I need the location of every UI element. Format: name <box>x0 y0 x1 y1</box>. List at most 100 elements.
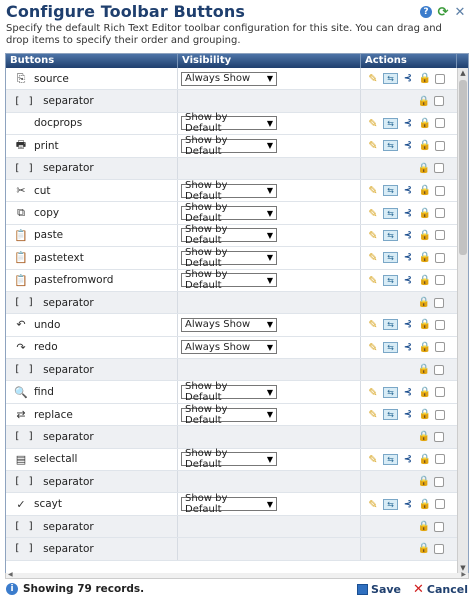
table-row[interactable]: [ ] separator 🔒 <box>6 538 458 561</box>
select-checkbox[interactable] <box>435 252 445 263</box>
lock-icon[interactable]: 🔒 <box>417 94 431 108</box>
group-icon[interactable]: ⊰ <box>401 452 415 466</box>
edit-icon[interactable]: ✎ <box>366 206 380 220</box>
column-header-visibility[interactable]: Visibility <box>178 54 361 68</box>
lock-icon[interactable]: 🔒 <box>418 318 432 332</box>
scroll-right-arrow[interactable]: ▶ <box>461 571 466 578</box>
visibility-select[interactable]: Always Show ▼ <box>181 317 277 332</box>
help-icon[interactable]: ? <box>420 6 432 18</box>
edit-icon[interactable]: ✎ <box>366 251 380 265</box>
group-icon[interactable]: ⊰ <box>401 72 415 86</box>
move-icon[interactable]: ⇆ <box>383 498 398 510</box>
move-icon[interactable]: ⇆ <box>383 453 398 465</box>
table-row[interactable]: [ ] separator 🔒 <box>6 90 458 113</box>
visibility-select[interactable]: Show by Default ▼ <box>181 493 277 515</box>
visibility-select[interactable]: Always Show ▼ <box>181 71 277 86</box>
visibility-select[interactable]: Show by Default ▼ <box>181 381 277 403</box>
group-icon[interactable]: ⊰ <box>401 251 415 265</box>
table-row[interactable]: 🔍 find Show by Default ▼ ✎ ⇆ ⊰ 🔒 <box>6 381 458 404</box>
select-checkbox[interactable] <box>434 163 444 174</box>
lock-icon[interactable]: 🔒 <box>418 385 432 399</box>
select-checkbox[interactable] <box>434 431 444 442</box>
group-icon[interactable]: ⊰ <box>401 228 415 242</box>
table-row[interactable]: ⧉ copy Show by Default ▼ ✎ ⇆ ⊰ 🔒 <box>6 202 458 225</box>
select-checkbox[interactable] <box>435 275 445 286</box>
lock-icon[interactable]: 🔒 <box>418 72 432 86</box>
lock-icon[interactable]: 🔒 <box>418 452 432 466</box>
move-icon[interactable]: ⇆ <box>383 386 398 398</box>
scroll-up-arrow[interactable]: ▲ <box>458 68 468 78</box>
visibility-select[interactable]: Show by Default ▼ <box>181 224 277 246</box>
column-header-actions[interactable]: Actions <box>361 54 457 68</box>
lock-icon[interactable]: 🔒 <box>418 340 432 354</box>
select-checkbox[interactable] <box>435 73 445 84</box>
select-checkbox[interactable] <box>435 387 445 398</box>
table-row[interactable]: ▤ selectall Show by Default ▼ ✎ ⇆ ⊰ 🔒 <box>6 448 458 472</box>
group-icon[interactable]: ⊰ <box>401 497 415 511</box>
visibility-select[interactable]: Always Show ▼ <box>181 340 277 355</box>
select-checkbox[interactable] <box>434 297 444 308</box>
select-checkbox[interactable] <box>435 230 445 241</box>
visibility-select[interactable]: Show by Default ▼ <box>181 404 277 426</box>
group-icon[interactable]: ⊰ <box>401 340 415 354</box>
visibility-select[interactable]: Show by Default ▼ <box>181 180 277 202</box>
edit-icon[interactable]: ✎ <box>366 318 380 332</box>
horizontal-scrollbar[interactable]: ◀ ▶ <box>5 571 469 579</box>
table-row[interactable]: [ ] separator 🔒 <box>6 426 458 449</box>
move-icon[interactable]: ⇆ <box>383 319 398 331</box>
lock-icon[interactable]: 🔒 <box>417 430 431 444</box>
move-icon[interactable]: ⇆ <box>383 73 398 85</box>
lock-icon[interactable]: 🔒 <box>418 139 432 153</box>
group-icon[interactable]: ⊰ <box>401 206 415 220</box>
move-icon[interactable]: ⇆ <box>383 274 398 286</box>
edit-icon[interactable]: ✎ <box>366 116 380 130</box>
visibility-select[interactable]: Show by Default ▼ <box>181 448 277 470</box>
group-icon[interactable]: ⊰ <box>401 408 415 422</box>
lock-icon[interactable]: 🔒 <box>417 296 431 310</box>
table-row[interactable]: 📋 pastefromword Show by Default ▼ ✎ ⇆ ⊰ 🔒 <box>6 269 458 292</box>
lock-icon[interactable]: 🔒 <box>418 497 432 511</box>
lock-icon[interactable]: 🔒 <box>417 161 431 175</box>
lock-icon[interactable]: 🔒 <box>417 542 431 556</box>
edit-icon[interactable]: ✎ <box>366 408 380 422</box>
table-row[interactable]: [ ] separator 🔒 <box>6 157 458 180</box>
select-checkbox[interactable] <box>434 364 444 375</box>
table-row[interactable]: ⎘ source Always Show ▼ ✎ ⇆ ⊰ 🔒 <box>6 68 458 91</box>
edit-icon[interactable]: ✎ <box>366 497 380 511</box>
vertical-scrollbar[interactable]: ▲ ▼ <box>457 68 468 573</box>
move-icon[interactable]: ⇆ <box>383 140 398 152</box>
edit-icon[interactable]: ✎ <box>366 340 380 354</box>
select-checkbox[interactable] <box>435 208 445 219</box>
group-icon[interactable]: ⊰ <box>401 318 415 332</box>
visibility-select[interactable]: Show by Default ▼ <box>181 269 277 291</box>
visibility-select[interactable]: Show by Default ▼ <box>181 247 277 269</box>
edit-icon[interactable]: ✎ <box>366 184 380 198</box>
lock-icon[interactable]: 🔒 <box>418 273 432 287</box>
group-icon[interactable]: ⊰ <box>401 385 415 399</box>
select-checkbox[interactable] <box>435 140 445 151</box>
select-checkbox[interactable] <box>435 118 445 129</box>
select-checkbox[interactable] <box>434 476 444 487</box>
move-icon[interactable]: ⇆ <box>383 207 398 219</box>
close-icon[interactable]: ✕ <box>454 5 466 20</box>
move-icon[interactable]: ⇆ <box>383 185 398 197</box>
scroll-thumb[interactable] <box>459 80 467 255</box>
group-icon[interactable]: ⊰ <box>401 139 415 153</box>
lock-icon[interactable]: 🔒 <box>418 251 432 265</box>
table-row[interactable]: ⇄ replace Show by Default ▼ ✎ ⇆ ⊰ 🔒 <box>6 404 458 427</box>
table-row[interactable]: ↷ redo Always Show ▼ ✎ ⇆ ⊰ 🔒 <box>6 336 458 360</box>
edit-icon[interactable]: ✎ <box>366 385 380 399</box>
table-row[interactable]: [ ] separator 🔒 <box>6 471 458 494</box>
table-row[interactable]: 🖶 print Show by Default ▼ ✎ ⇆ ⊰ 🔒 <box>6 135 458 158</box>
lock-icon[interactable]: 🔒 <box>418 228 432 242</box>
lock-icon[interactable]: 🔒 <box>418 206 432 220</box>
edit-icon[interactable]: ✎ <box>366 273 380 287</box>
group-icon[interactable]: ⊰ <box>401 273 415 287</box>
edit-icon[interactable]: ✎ <box>366 228 380 242</box>
select-checkbox[interactable] <box>435 319 445 330</box>
lock-icon[interactable]: 🔒 <box>417 475 431 489</box>
select-checkbox[interactable] <box>435 409 445 420</box>
table-row[interactable]: [ ] separator 🔒 <box>6 515 458 539</box>
group-icon[interactable]: ⊰ <box>401 116 415 130</box>
lock-icon[interactable]: 🔒 <box>417 363 431 377</box>
